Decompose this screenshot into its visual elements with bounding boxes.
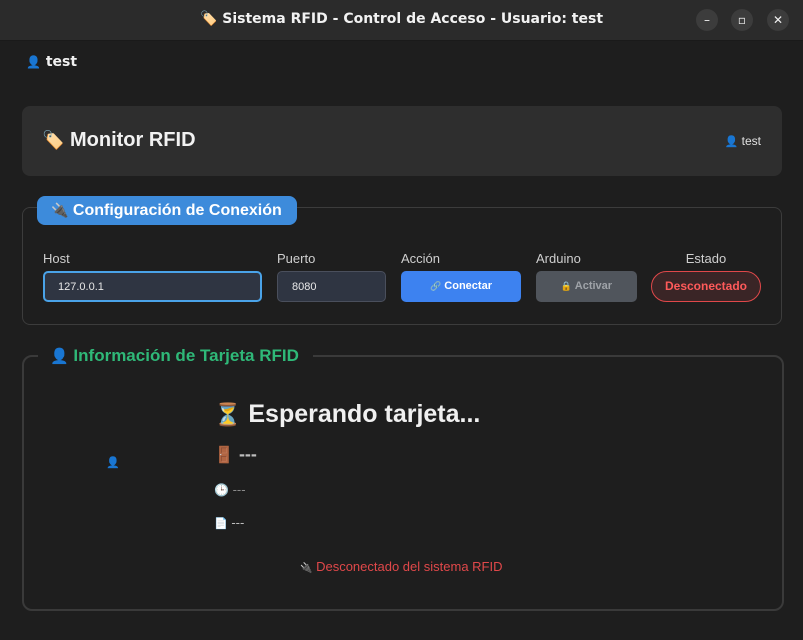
connection-config-title-text: Configuración de Conexión [72,202,282,219]
port-label: Puerto [277,251,316,266]
header-user: 👤 test [725,134,761,148]
document-value: --- [231,515,245,530]
waiting-message: ⏳ Esperando tarjeta... [214,400,480,429]
time-value: --- [232,482,246,497]
connect-button[interactable]: 🔗 Conectar [401,271,521,302]
page-title: 🏷️ Monitor RFID [42,129,196,152]
status-label: Estado [685,251,727,266]
plug-icon: 🔌 [51,202,69,218]
minimize-button[interactable]: – [696,9,718,31]
user-photo-icon: 👤 [106,456,120,469]
card-info-title-text: Información de Tarjeta RFID [73,346,299,365]
activate-button[interactable]: 🔒 Activar [536,271,637,302]
close-button[interactable]: ✕ [767,9,789,31]
activate-button-label: Activar [574,280,613,292]
plug-icon: 🔌 [300,563,313,574]
user-icon: 👤 [724,136,739,148]
window-titlebar: 🏷️ Sistema RFID - Control de Acceso - Us… [0,0,803,41]
header-user-name: test [741,134,761,148]
user-icon: 👤 [50,348,69,365]
door-icon: 🚪 [214,447,234,464]
page-header: 🏷️ Monitor RFID 👤 test [22,106,782,176]
card-info-title: 👤 Información de Tarjeta RFID [38,344,313,368]
link-icon: 🔗 [430,281,442,291]
tag-icon: 🏷️ [42,130,65,150]
system-status-message: 🔌 Desconectado del sistema RFID [300,559,503,574]
action-label: Acción [401,251,441,266]
clock-icon: 🕒 [214,483,229,497]
document-info: 📄 --- [214,515,244,530]
door-info: 🚪 --- [214,444,257,465]
hourglass-icon: ⏳ [214,402,242,427]
window-title: 🏷️ Sistema RFID - Control de Acceso - Us… [199,11,604,27]
page-title-text: Monitor RFID [69,129,196,151]
connect-button-label: Conectar [444,280,492,292]
connection-status-badge: Desconectado [651,271,761,302]
system-status-text: Desconectado del sistema RFID [316,559,503,574]
host-input[interactable] [43,271,262,302]
host-label: Host [43,251,70,266]
port-input[interactable] [277,271,386,302]
door-value: --- [238,444,257,464]
user-icon: 👤 [26,55,41,69]
current-user-name: test [45,54,78,70]
connection-config-title: 🔌 Configuración de Conexión [37,196,297,225]
arduino-label: Arduino [536,251,581,266]
current-user: 👤 test [26,54,77,70]
document-icon: 📄 [214,518,228,530]
lock-icon: 🔒 [560,281,573,291]
time-info: 🕒 --- [214,482,246,497]
waiting-text: Esperando tarjeta... [248,400,481,428]
maximize-button[interactable]: ▫ [731,9,753,31]
